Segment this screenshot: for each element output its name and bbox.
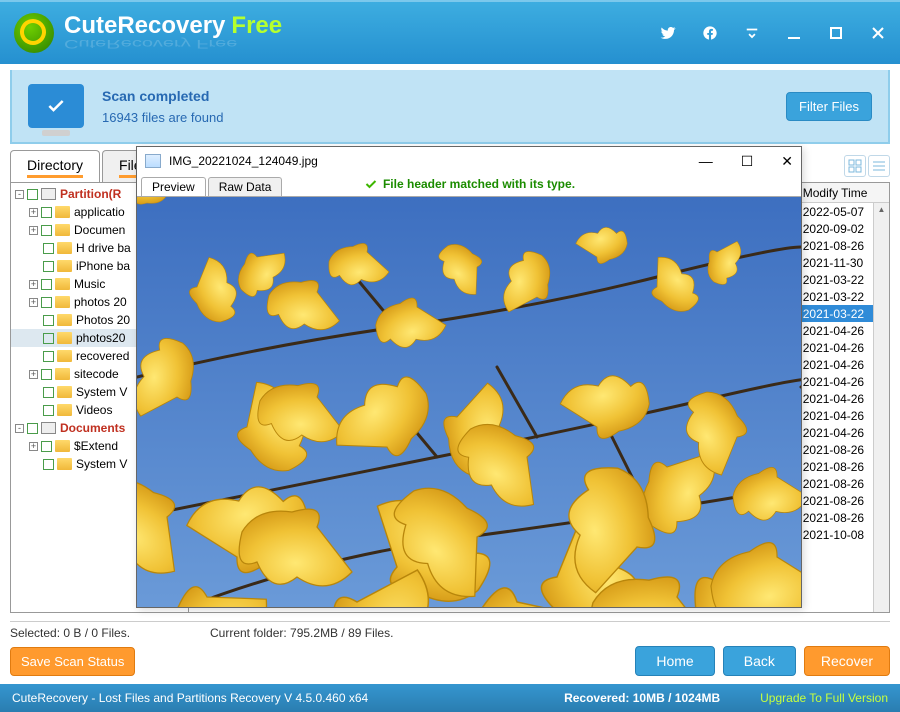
twitter-icon[interactable]	[660, 25, 676, 41]
preview-status-label: File header matched with its type.	[383, 177, 575, 191]
home-button[interactable]: Home	[635, 646, 714, 676]
maximize-icon[interactable]	[828, 25, 844, 41]
recover-button[interactable]: Recover	[804, 646, 890, 676]
status-bar: Scan completed 16943 files are found Fil…	[10, 70, 890, 144]
preview-tabs: Preview Raw Data File header matched wit…	[137, 175, 801, 197]
info-selected: Selected: 0 B / 0 Files.	[10, 626, 210, 640]
view-list-icon[interactable]	[868, 155, 890, 177]
view-grid-icon[interactable]	[844, 155, 866, 177]
status-count: 16943 files are found	[102, 110, 223, 125]
preview-window: IMG_20221024_124049.jpg — ☐ ✕ Preview Ra…	[136, 146, 802, 608]
filter-files-button[interactable]: Filter Files	[786, 92, 872, 121]
info-row: Selected: 0 B / 0 Files. Current folder:…	[10, 621, 890, 640]
save-scan-status-button[interactable]: Save Scan Status	[10, 647, 135, 676]
close-icon[interactable]	[870, 25, 886, 41]
status-title: Scan completed	[102, 88, 223, 104]
dropdown-icon[interactable]	[744, 25, 760, 41]
image-file-icon	[145, 154, 161, 168]
monitor-check-icon	[28, 84, 84, 128]
preview-status: File header matched with its type.	[363, 177, 575, 191]
preview-titlebar[interactable]: IMG_20221024_124049.jpg — ☐ ✕	[137, 147, 801, 175]
window-controls	[660, 25, 886, 41]
action-row: Save Scan Status Home Back Recover	[10, 646, 890, 676]
preview-tab-preview[interactable]: Preview	[141, 177, 206, 196]
preview-tab-rawdata[interactable]: Raw Data	[208, 177, 283, 196]
facebook-icon[interactable]	[702, 25, 718, 41]
minimize-icon[interactable]	[786, 25, 802, 41]
preview-close-icon[interactable]: ✕	[781, 153, 793, 170]
app-logo-icon	[14, 13, 54, 53]
app-name: CuteRecoveryFree CuteRecovery Free	[64, 12, 282, 55]
preview-image	[137, 197, 801, 607]
preview-maximize-icon[interactable]: ☐	[741, 153, 754, 170]
info-current: Current folder: 795.2MB / 89 Files.	[210, 626, 393, 640]
preview-minimize-icon[interactable]: —	[699, 153, 713, 170]
app-name-sub: Free	[231, 12, 282, 39]
app-name-reflection: CuteRecovery Free	[64, 36, 282, 50]
preview-filename: IMG_20221024_124049.jpg	[169, 154, 318, 168]
col-modify-header[interactable]: Modify Time	[803, 186, 889, 200]
titlebar: CuteRecoveryFree CuteRecovery Free	[0, 0, 900, 64]
back-button[interactable]: Back	[723, 646, 796, 676]
tab-directory[interactable]: Directory	[10, 150, 100, 182]
footer: CuteRecovery - Lost Files and Partitions…	[0, 684, 900, 712]
app-name-main: CuteRecovery	[64, 12, 225, 39]
scrollbar[interactable]	[873, 203, 889, 612]
tab-directory-label: Directory	[27, 157, 83, 173]
check-icon	[363, 178, 379, 190]
